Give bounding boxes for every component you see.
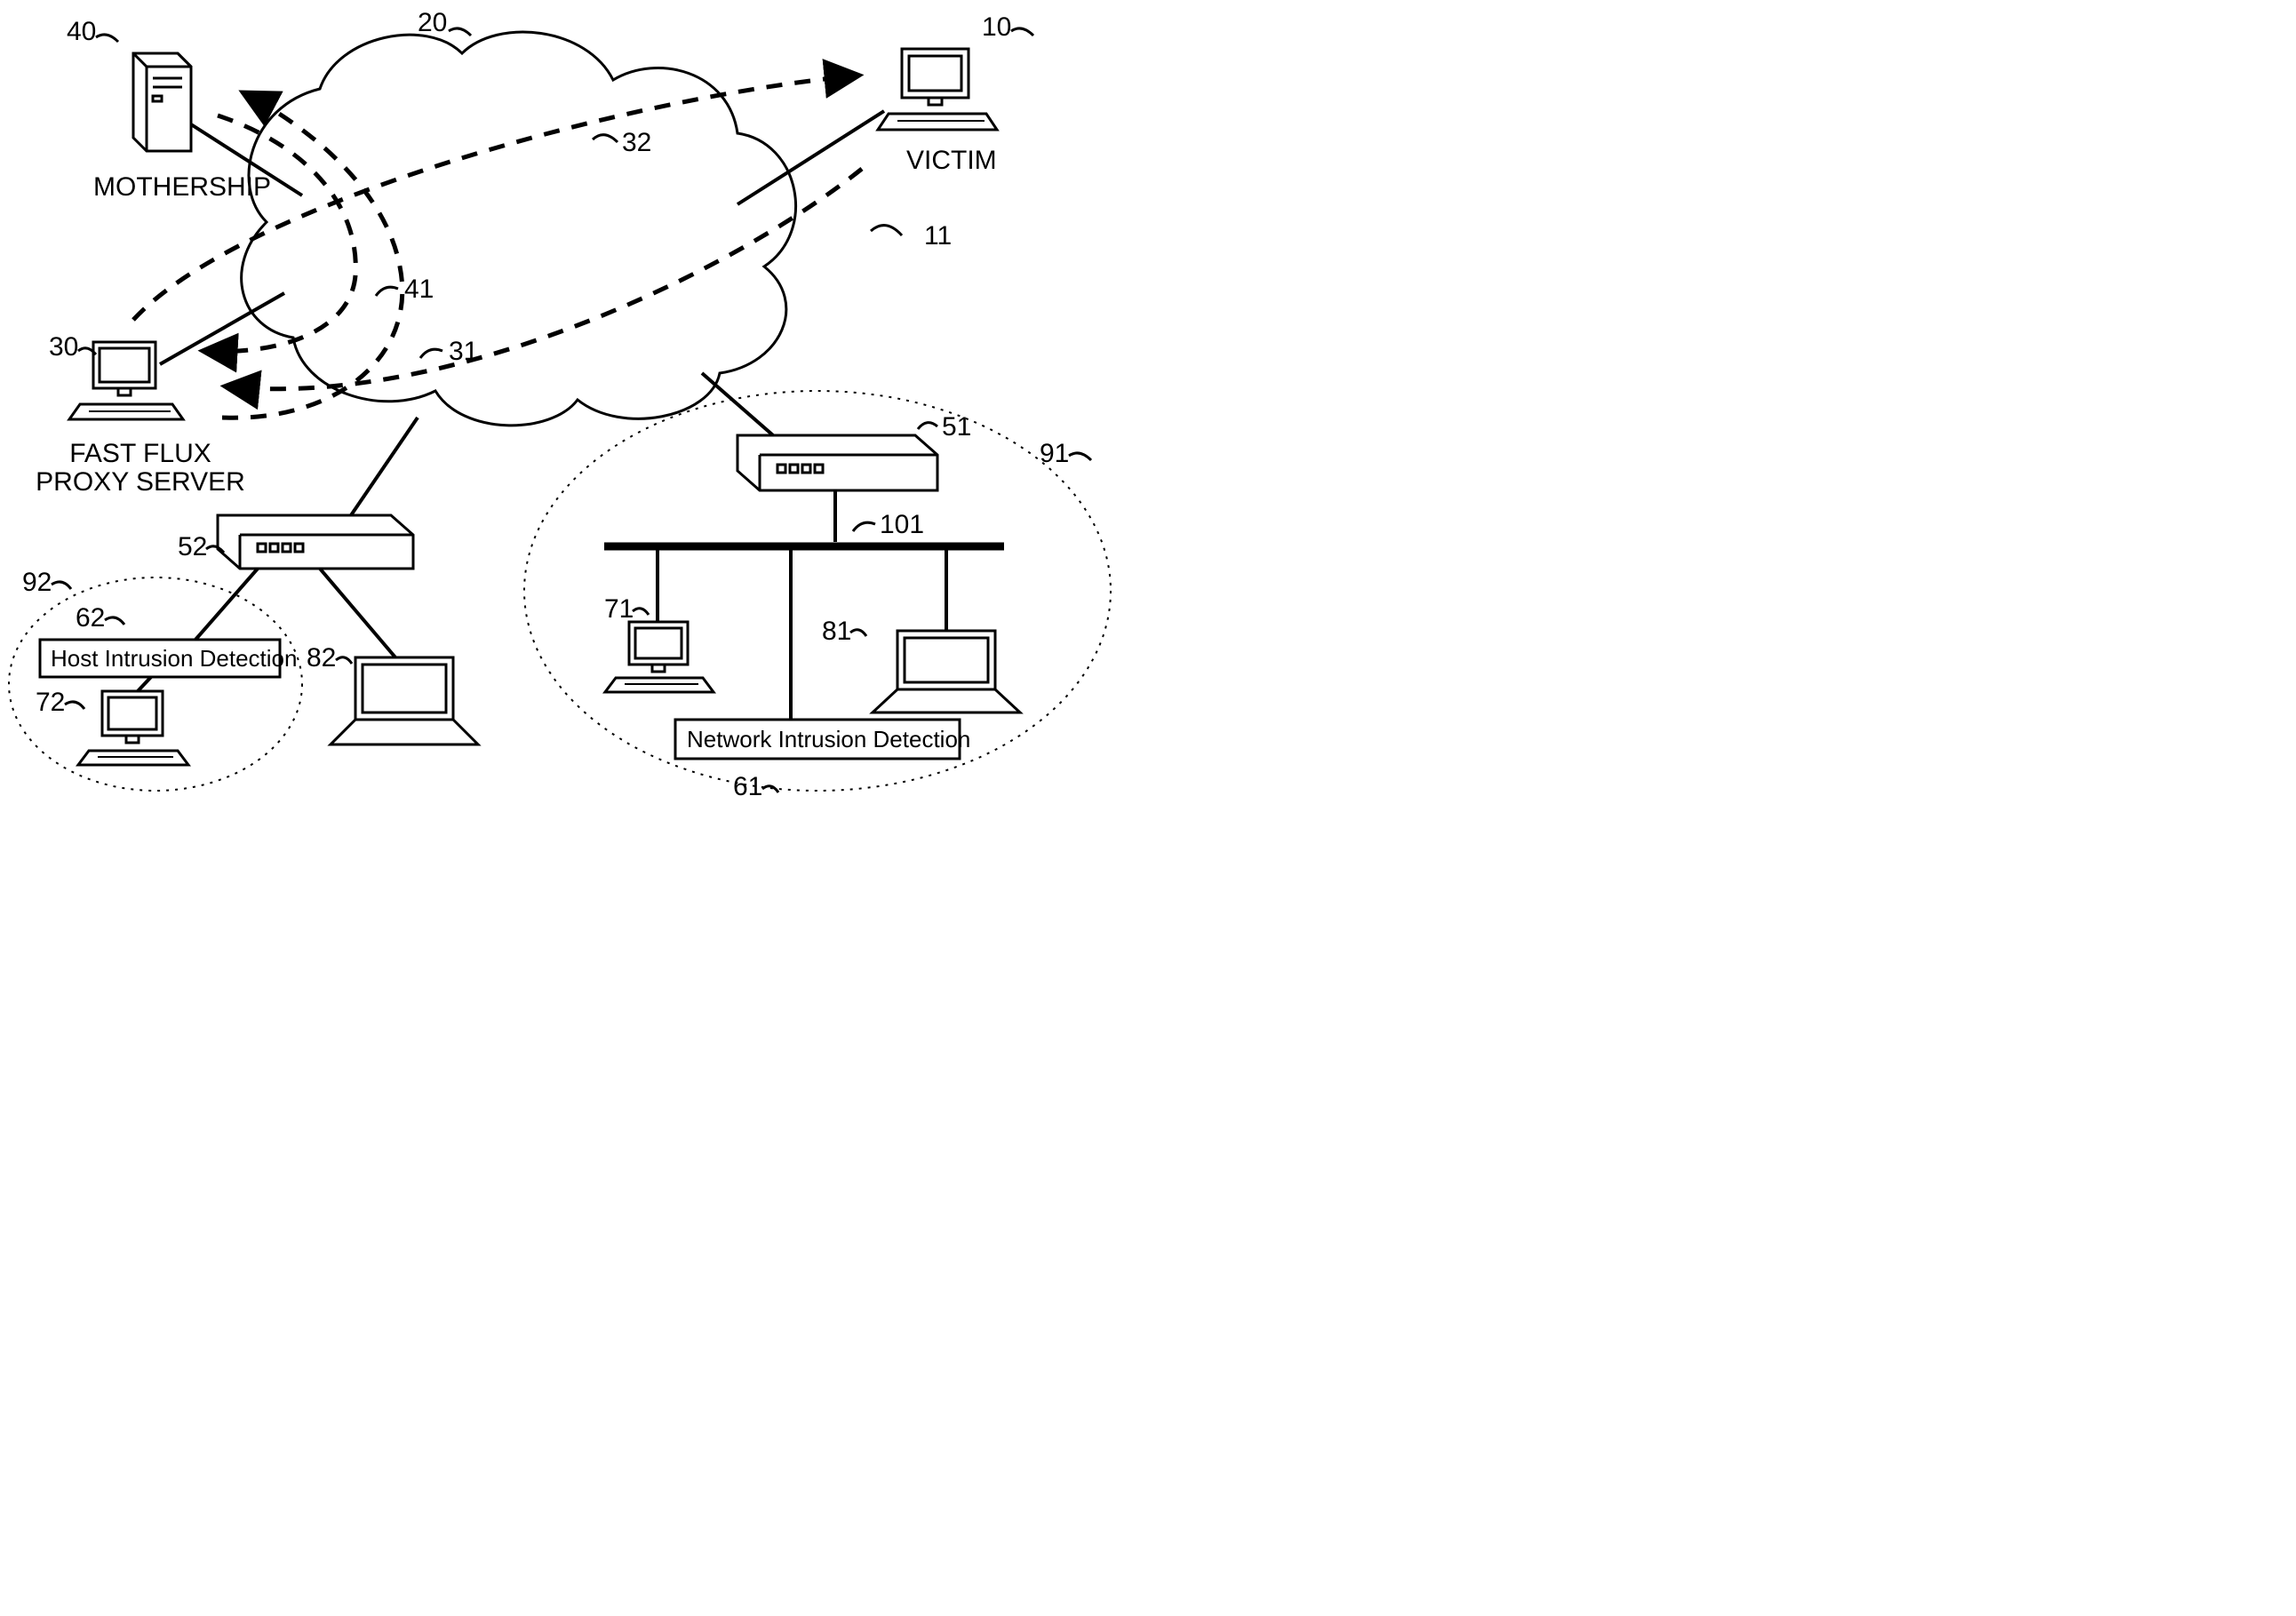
- computer-71-icon: [605, 622, 714, 692]
- fastflux-label-2: PROXY SERVER: [36, 467, 245, 497]
- ref-20: 20: [418, 8, 447, 37]
- ref-32: 32: [622, 128, 651, 157]
- ref-71: 71: [604, 594, 634, 624]
- mothership-server-icon: [133, 53, 191, 151]
- router-52-icon: [218, 515, 413, 569]
- ref-62: 62: [76, 603, 105, 633]
- router-51-icon: [737, 435, 937, 490]
- ref-40: 40: [67, 17, 96, 46]
- host-ids-label: Host Intrusion Detection: [51, 645, 297, 672]
- victim-label: VICTIM: [906, 146, 997, 175]
- ref-30: 30: [49, 332, 78, 362]
- mothership-label: MOTHERSHIP: [93, 172, 271, 202]
- fastflux-label-1: FAST FLUX: [69, 439, 211, 468]
- ref-41: 41: [404, 275, 434, 304]
- ref-82: 82: [307, 643, 336, 673]
- network-diagram: 20 MOTHERSHIP 40 VICTIM 10: [0, 0, 1148, 808]
- ref-72: 72: [36, 688, 65, 717]
- ref-61: 61: [733, 772, 762, 801]
- ref-10: 10: [982, 12, 1011, 42]
- flow-41: [204, 115, 355, 352]
- laptop-81-icon: [873, 631, 1020, 712]
- flow-31: [222, 93, 403, 418]
- ref-31: 31: [449, 337, 478, 366]
- ref-91: 91: [1040, 439, 1069, 468]
- net-ids-label: Network Intrusion Detection: [687, 726, 970, 752]
- cloud-icon: [242, 32, 796, 426]
- laptop-82-icon: [331, 657, 478, 744]
- ref-101: 101: [880, 510, 924, 539]
- victim-computer-icon: [878, 49, 997, 130]
- ref-81: 81: [822, 617, 851, 646]
- computer-72-icon: [78, 691, 188, 765]
- ref-92: 92: [22, 568, 52, 597]
- ref-11: 11: [924, 221, 952, 251]
- ref-51: 51: [942, 412, 971, 442]
- flow-11: [227, 169, 862, 389]
- fastflux-computer-icon: [69, 342, 183, 419]
- ref-52: 52: [178, 532, 207, 561]
